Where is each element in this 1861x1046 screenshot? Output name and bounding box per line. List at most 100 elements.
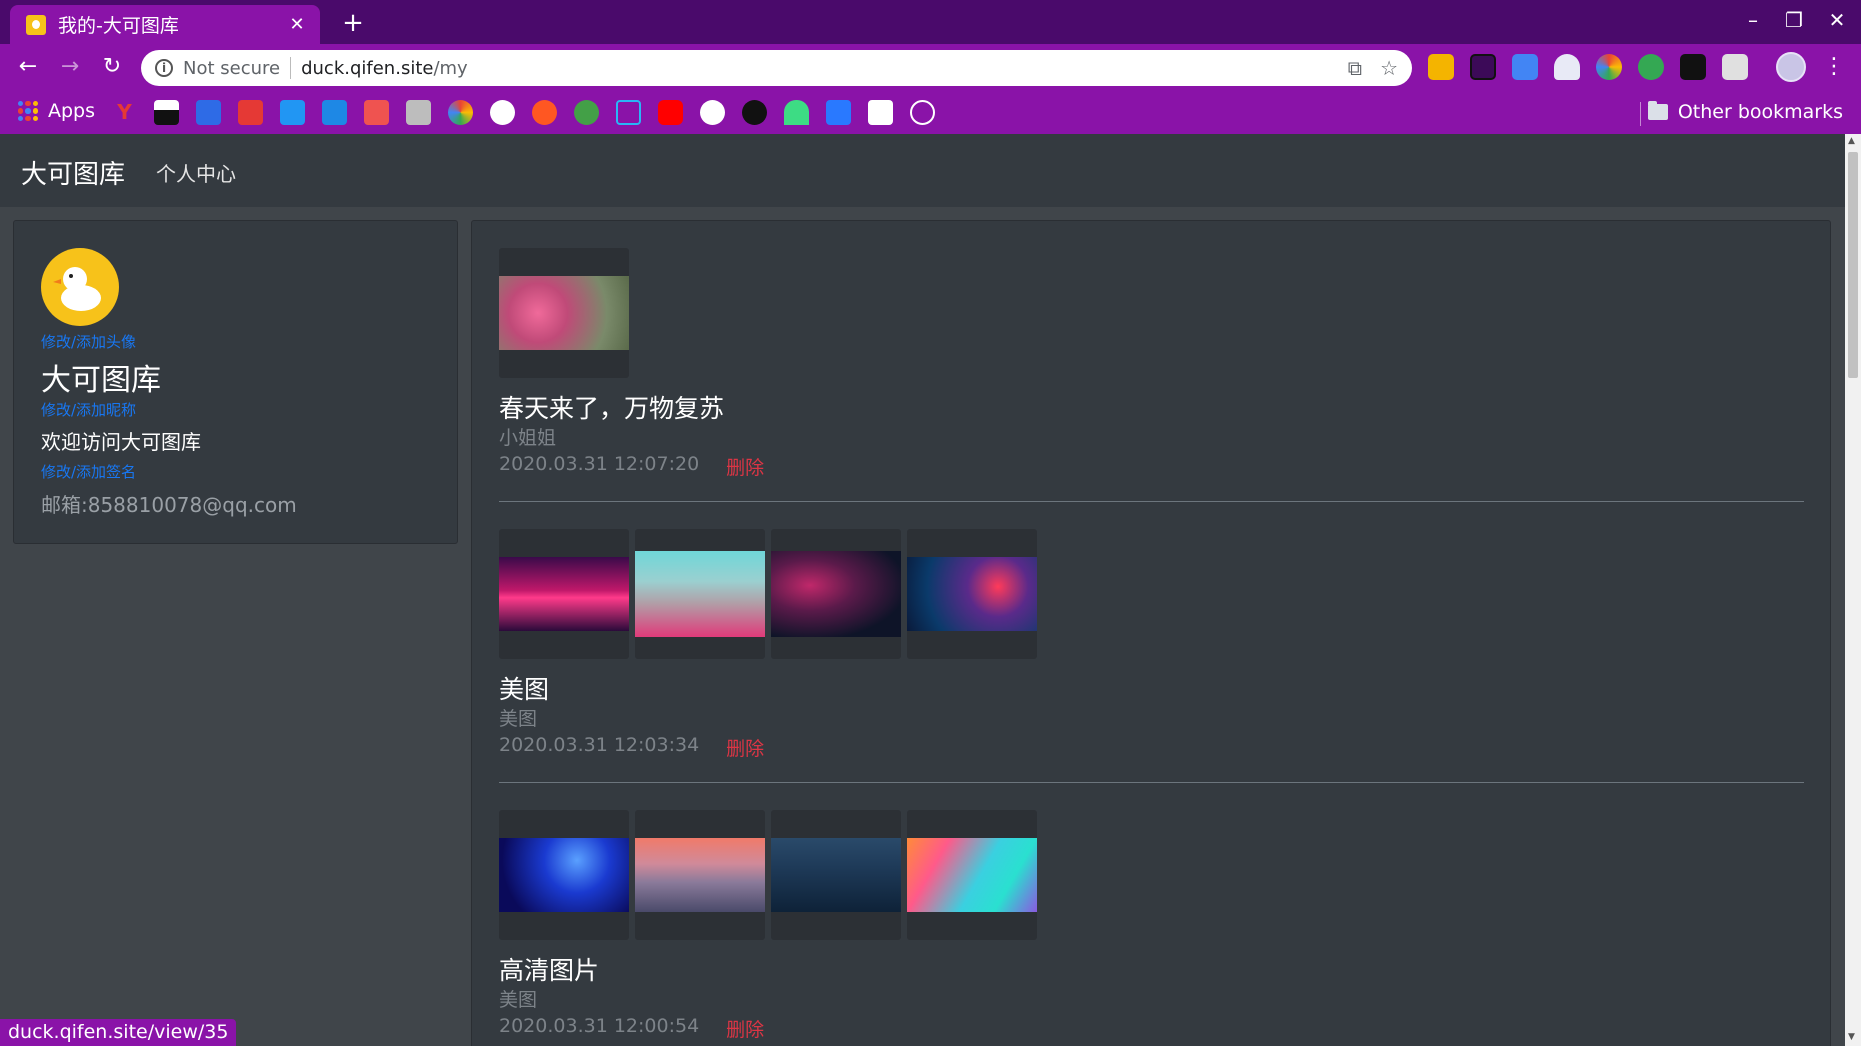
bookmark-icon[interactable] (700, 100, 725, 125)
omnibox-divider (290, 57, 292, 79)
extension-icon[interactable] (1428, 54, 1454, 80)
edit-avatar-link[interactable]: 修改/添加头像 (41, 331, 136, 352)
other-bookmarks-label: Other bookmarks (1677, 101, 1843, 123)
extension-icon[interactable] (1638, 54, 1664, 80)
post-title[interactable]: 春天来了，万物复苏 (499, 389, 1804, 423)
edit-name-link[interactable]: 修改/添加昵称 (41, 399, 136, 420)
bookmark-star-icon[interactable]: ☆ (1380, 56, 1398, 80)
bilibili-icon[interactable] (616, 100, 641, 125)
album-post: 春天来了，万物复苏 小姐姐 2020.03.31 12:07:20 删除 (499, 248, 1804, 483)
youtube-icon[interactable] (658, 100, 683, 125)
thumbnail[interactable] (499, 810, 629, 940)
history-icon[interactable] (910, 100, 935, 125)
bookmark-icon[interactable] (364, 100, 389, 125)
thumbnail[interactable] (499, 529, 629, 659)
delete-link[interactable]: 删除 (726, 734, 764, 764)
folder-icon (1647, 101, 1668, 120)
thumbnail[interactable] (635, 810, 765, 940)
post-divider (499, 782, 1804, 783)
post-timestamp: 2020.03.31 12:00:54 (499, 1015, 700, 1037)
browser-tab-strip: 我的-大可图库 ✕ + – ❐ ✕ (0, 0, 1861, 44)
profile-card: 修改/添加头像 大可图库 修改/添加昵称 欢迎访问大可图库 修改/添加签名 邮箱… (13, 220, 458, 544)
post-tag: 美图 (499, 989, 538, 1011)
nav-link-profile[interactable]: 个人中心 (156, 158, 236, 187)
other-bookmarks[interactable]: Other bookmarks (1647, 101, 1843, 123)
apps-shortcut[interactable]: Apps (18, 100, 95, 122)
duck-favicon-icon (26, 14, 46, 35)
bookmark-icon[interactable] (238, 100, 263, 125)
bookmark-icon[interactable] (532, 100, 557, 125)
bookmark-icon[interactable] (826, 100, 851, 125)
bookmark-icon[interactable] (154, 100, 179, 125)
menu-icon[interactable]: ⋮ (1823, 54, 1845, 79)
vertical-scrollbar[interactable]: ▲ ▼ (1845, 134, 1861, 1046)
url-path: /my (433, 57, 468, 79)
profile-email: 邮箱:858810078@qq.com (41, 493, 297, 517)
post-tag: 小姐姐 (499, 427, 557, 449)
profile-signature: 欢迎访问大可图库 (41, 430, 201, 454)
google-translate-icon[interactable] (1512, 54, 1538, 80)
post-meta: 2020.03.31 12:07:20 删除 (499, 453, 1804, 483)
google-icon[interactable] (490, 100, 515, 125)
post-meta: 2020.03.31 12:03:34 删除 (499, 734, 1804, 764)
edit-signature-link[interactable]: 修改/添加签名 (41, 461, 136, 482)
blue-mountain-valley-image (771, 838, 901, 912)
site-brand[interactable]: 大可图库 (21, 154, 125, 191)
bookmark-icon[interactable] (448, 100, 473, 125)
delete-link[interactable]: 删除 (726, 1015, 764, 1045)
extension-icon[interactable] (1680, 54, 1706, 80)
bookmark-icon[interactable] (574, 100, 599, 125)
address-bar[interactable]: i Not secure duck.qifen.site /my ⧉ ☆ (141, 50, 1412, 86)
reload-icon[interactable]: ↻ (98, 54, 126, 79)
bookmark-icon[interactable] (280, 100, 305, 125)
active-tab[interactable]: 我的-大可图库 ✕ (10, 5, 320, 44)
extension-icon[interactable] (1596, 54, 1622, 80)
pink-cityscape-image (635, 551, 765, 637)
back-icon[interactable]: ← (14, 54, 42, 79)
apps-label: Apps (48, 100, 96, 122)
thumbnail[interactable] (907, 529, 1037, 659)
info-icon[interactable]: i (155, 59, 173, 77)
security-label: Not secure (183, 57, 281, 79)
extension-icons (1428, 54, 1748, 80)
android-icon[interactable] (784, 100, 809, 125)
bookmark-icon[interactable] (322, 100, 347, 125)
forward-icon[interactable]: → (56, 54, 84, 79)
restore-icon[interactable]: ❐ (1782, 8, 1806, 32)
duck-icon (53, 267, 101, 311)
bookmark-icon[interactable]: Y (112, 100, 137, 125)
extensions-icon[interactable] (868, 100, 893, 125)
starry-nebula-image (771, 551, 901, 637)
translate-icon[interactable]: ⧉ (1348, 56, 1362, 80)
profile-avatar-icon[interactable] (1776, 52, 1806, 82)
scroll-down-icon[interactable]: ▼ (1848, 1032, 1855, 1042)
scroll-up-icon[interactable]: ▲ (1848, 136, 1855, 146)
post-title[interactable]: 高清图片 (499, 951, 1804, 985)
post-divider (499, 501, 1804, 502)
github-icon[interactable] (742, 100, 767, 125)
extension-icon[interactable] (1470, 54, 1496, 80)
browser-toolbar: ← → ↻ i Not secure duck.qifen.site /my ⧉… (0, 44, 1861, 92)
thumbnail[interactable] (635, 529, 765, 659)
bookmark-icon[interactable] (196, 100, 221, 125)
bookmark-icon[interactable] (406, 100, 431, 125)
link-status-bubble: duck.qifen.site/view/35 (0, 1019, 237, 1046)
extension-icon[interactable] (1554, 54, 1580, 80)
tab-close-icon[interactable]: ✕ (286, 14, 308, 35)
thumbnail[interactable] (771, 810, 901, 940)
minimize-icon[interactable]: – (1741, 8, 1765, 32)
pink-sunset-mountains-image (635, 838, 765, 912)
new-tab-button[interactable]: + (340, 8, 366, 38)
apps-grid-icon (18, 101, 38, 121)
scrollbar-thumb[interactable] (1848, 152, 1858, 378)
thumbnail[interactable] (499, 248, 629, 378)
bookmarks-bar: Apps Y Other bookmarks (0, 92, 1861, 134)
thumbnail[interactable] (907, 810, 1037, 940)
window-close-icon[interactable]: ✕ (1825, 8, 1849, 32)
camera-icon[interactable] (1722, 54, 1748, 80)
post-title[interactable]: 美图 (499, 670, 1804, 704)
album-post: 高清图片 美图 2020.03.31 12:00:54 删除 (499, 810, 1804, 1045)
album-post: 美图 美图 2020.03.31 12:03:34 删除 (499, 529, 1804, 764)
thumbnail[interactable] (771, 529, 901, 659)
delete-link[interactable]: 删除 (726, 453, 764, 483)
